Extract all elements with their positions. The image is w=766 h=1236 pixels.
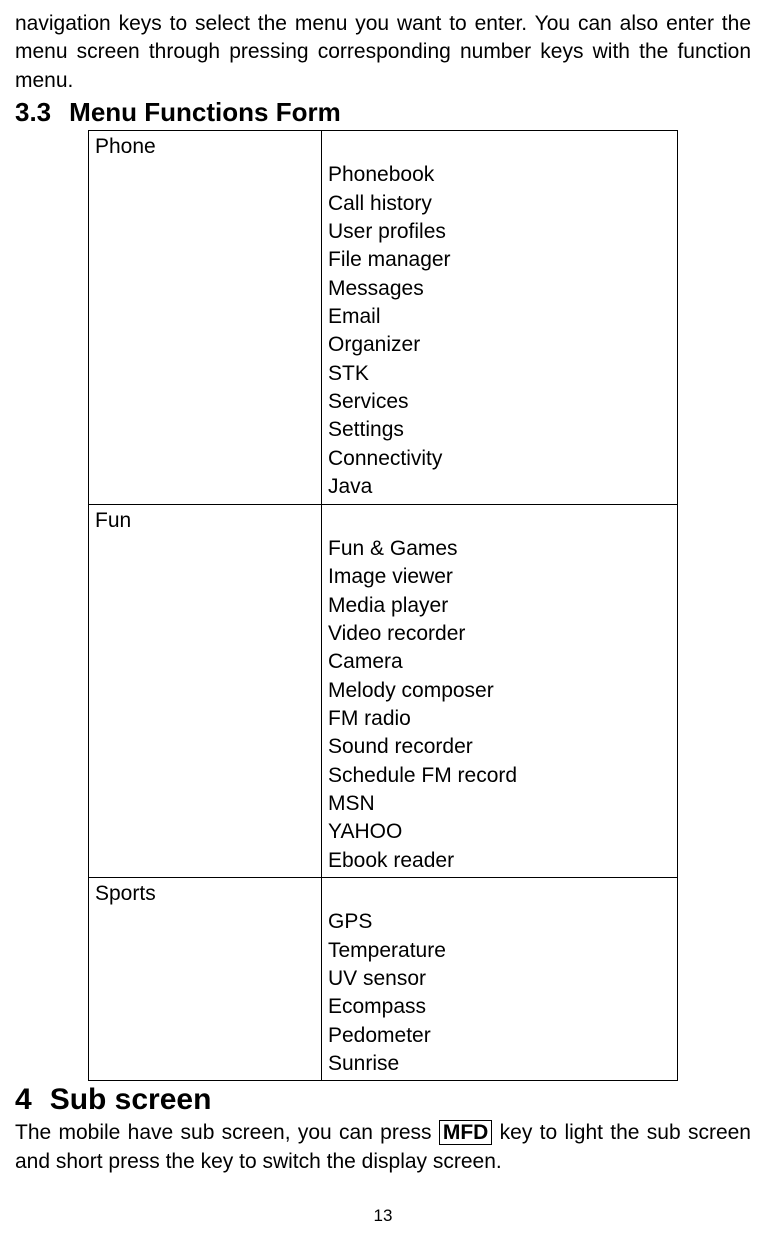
- items-list: Phonebook Call history User profiles Fil…: [328, 133, 671, 501]
- section-heading: 3.3 Menu Functions Form: [15, 97, 751, 128]
- table-row: Fun Fun & Games Image viewer Media playe…: [89, 504, 678, 877]
- mfd-key-label: MFD: [439, 1120, 493, 1145]
- section-number: 3.3: [15, 97, 51, 128]
- chapter-title: Sub screen: [50, 1083, 212, 1116]
- category-cell: Sports: [89, 877, 322, 1080]
- category-cell: Phone: [89, 131, 322, 504]
- items-list: GPS Temperature UV sensor Ecompass Pedom…: [328, 880, 671, 1078]
- items-cell: GPS Temperature UV sensor Ecompass Pedom…: [322, 877, 678, 1080]
- items-list: Fun & Games Image viewer Media player Vi…: [328, 507, 671, 875]
- chapter-body: The mobile have sub screen, you can pres…: [15, 1119, 751, 1176]
- section-title: Menu Functions Form: [69, 97, 341, 127]
- page-number: 13: [15, 1206, 751, 1226]
- chapter-number: 4: [15, 1083, 32, 1117]
- menu-functions-table: Phone Phonebook Call history User profil…: [88, 130, 678, 1081]
- category-cell: Fun: [89, 504, 322, 877]
- table-row: Phone Phonebook Call history User profil…: [89, 131, 678, 504]
- table-row: Sports GPS Temperature UV sensor Ecompas…: [89, 877, 678, 1080]
- intro-paragraph: navigation keys to select the menu you w…: [15, 10, 751, 95]
- items-cell: Fun & Games Image viewer Media player Vi…: [322, 504, 678, 877]
- chapter-heading: 4 Sub screen: [15, 1083, 751, 1117]
- body-part1: The mobile have sub screen, you can pres…: [15, 1121, 439, 1144]
- items-cell: Phonebook Call history User profiles Fil…: [322, 131, 678, 504]
